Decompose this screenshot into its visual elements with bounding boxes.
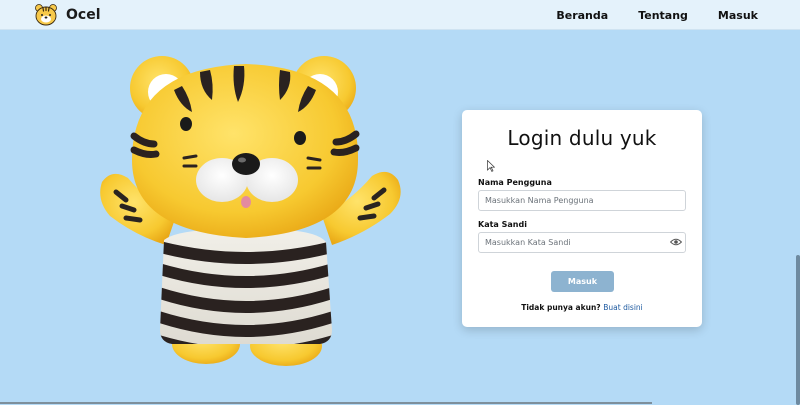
username-input[interactable] xyxy=(478,190,686,211)
nav-link-beranda[interactable]: Beranda xyxy=(556,9,608,22)
bottom-divider xyxy=(0,402,652,404)
brand-name: Ocel xyxy=(66,7,101,23)
password-input[interactable] xyxy=(478,232,686,253)
mouse-cursor-icon xyxy=(487,160,495,172)
signup-prompt: Tidak punya akun? xyxy=(521,303,601,312)
top-navbar: Ocel Beranda Tentang Masuk xyxy=(0,0,800,30)
signup-line: Tidak punya akun? Buat disini xyxy=(462,303,702,312)
password-label: Kata Sandi xyxy=(478,220,527,229)
brand[interactable]: Ocel xyxy=(34,3,101,27)
nav-link-tentang[interactable]: Tentang xyxy=(638,9,688,22)
nav-link-masuk[interactable]: Masuk xyxy=(718,9,758,22)
login-submit-button[interactable]: Masuk xyxy=(551,271,614,292)
scrollbar-thumb[interactable] xyxy=(796,255,800,405)
signup-link[interactable]: Buat disini xyxy=(603,303,643,312)
nav-links: Beranda Tentang Masuk xyxy=(556,0,758,30)
tiger-face-icon xyxy=(35,4,57,26)
login-title: Login dulu yuk xyxy=(507,126,657,150)
username-label: Nama Pengguna xyxy=(478,178,552,187)
eye-icon[interactable] xyxy=(670,237,682,247)
login-card: Login dulu yuk Nama Pengguna Kata Sandi … xyxy=(462,110,702,327)
tiger-mascot-illustration xyxy=(100,56,401,366)
